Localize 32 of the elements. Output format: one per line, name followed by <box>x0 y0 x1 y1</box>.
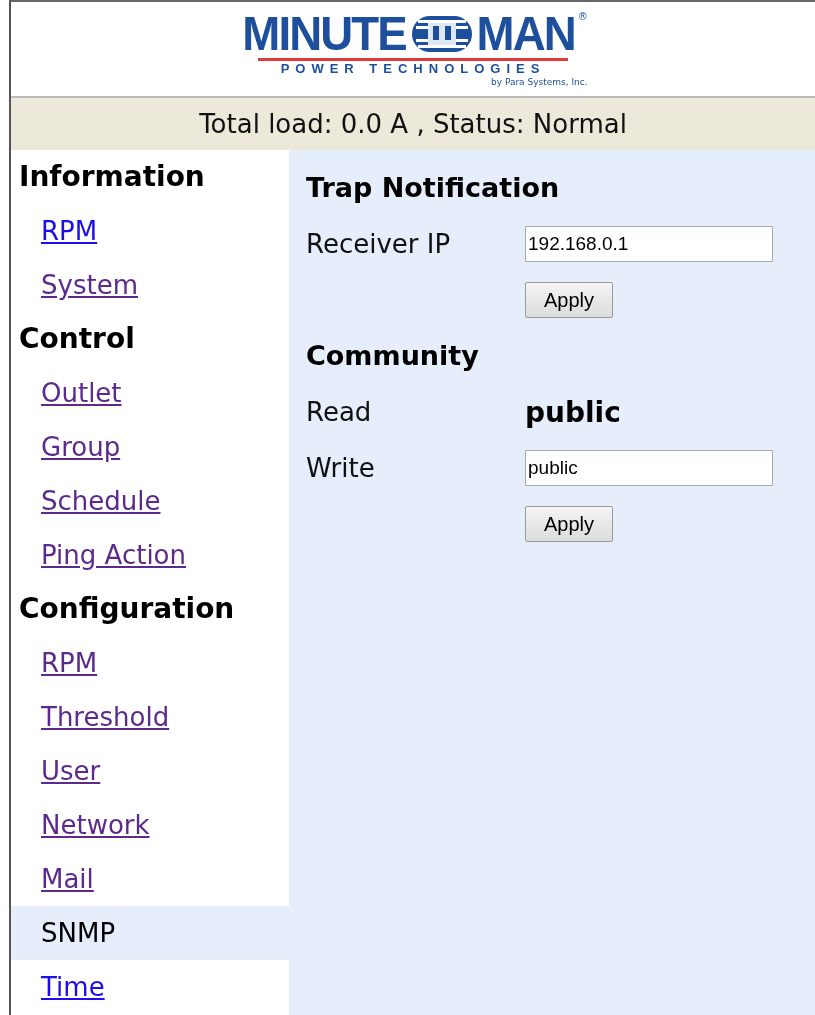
section-heading: Community <box>306 339 480 373</box>
sidebar-heading: Control <box>18 321 136 357</box>
sidebar-link[interactable]: RPM <box>41 216 98 246</box>
sidebar-link[interactable]: Network <box>41 810 150 840</box>
sidebar-link[interactable]: Ping Action <box>41 540 186 570</box>
sidebar-item[interactable]: SNMP <box>41 918 116 948</box>
field-label: Read <box>306 397 373 427</box>
sidebar-heading: Information <box>18 159 206 195</box>
apply-button[interactable]: Apply <box>525 282 613 318</box>
field-value: public <box>525 395 621 429</box>
sidebar-heading: Configuration <box>18 591 236 627</box>
sidebar-link[interactable]: Mail <box>41 864 94 894</box>
apply-button[interactable]: Apply <box>525 506 613 542</box>
input-field[interactable]: public <box>525 450 773 486</box>
sidebar-link[interactable]: Group <box>41 432 121 462</box>
status-text: Total load: 0.0 A , Status: Normal <box>199 109 627 139</box>
logo-wordmark: MAN <box>476 11 576 57</box>
field-label: Write <box>306 453 376 483</box>
sidebar-link[interactable]: RPM <box>41 648 98 678</box>
logo-wordmark: MINUTE <box>242 11 407 57</box>
sidebar-link[interactable]: Schedule <box>41 486 161 516</box>
input-field[interactable]: 192.168.0.1 <box>525 226 773 262</box>
sidebar-link[interactable]: Threshold <box>41 702 170 732</box>
registered-mark: ® <box>577 11 588 23</box>
logo-byline: by Para Systems, Inc. <box>491 77 588 87</box>
sidebar-link[interactable]: System <box>41 270 138 300</box>
logo-tagline: POWER TECHNOLOGIES <box>280 61 546 77</box>
sidebar-link[interactable]: Outlet <box>41 378 122 408</box>
section-heading: Trap Notification <box>306 171 561 205</box>
field-label: Receiver IP <box>306 229 452 259</box>
sidebar-link[interactable]: Time <box>41 972 105 1002</box>
sidebar-link[interactable]: User <box>41 756 101 786</box>
